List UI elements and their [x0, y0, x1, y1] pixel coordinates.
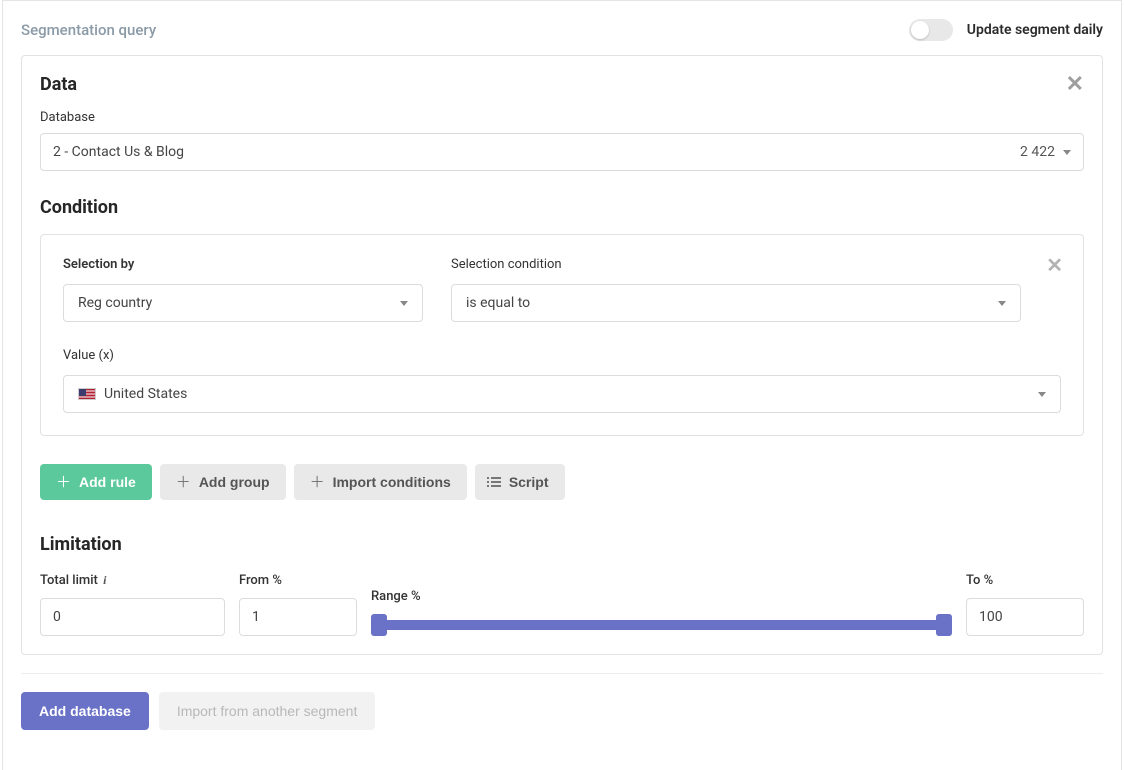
import-from-segment-button[interactable]: Import from another segment: [159, 692, 376, 730]
add-database-button[interactable]: Add database: [21, 692, 149, 730]
import-conditions-label: Import conditions: [333, 474, 451, 490]
plus-icon: ＋: [56, 475, 71, 490]
caret-down-icon: [400, 301, 408, 306]
selection-condition-value: is equal to: [466, 295, 998, 311]
selection-by-label: Selection by: [63, 257, 423, 272]
value-label: Value (x): [63, 348, 1061, 363]
value-value: United States: [104, 386, 1038, 402]
database-value: 2 - Contact Us & Blog: [53, 144, 1020, 160]
import-conditions-button[interactable]: ＋ Import conditions: [294, 464, 467, 500]
database-select[interactable]: 2 - Contact Us & Blog 2 422: [40, 133, 1084, 171]
limitation-title: Limitation: [40, 534, 1084, 555]
range-handle-left[interactable]: [371, 614, 387, 636]
condition-section-title: Condition: [40, 197, 1084, 218]
caret-down-icon: [998, 301, 1006, 306]
to-pct-input[interactable]: [966, 598, 1084, 636]
add-group-button[interactable]: ＋ Add group: [160, 464, 286, 500]
range-slider[interactable]: [371, 620, 952, 630]
add-rule-label: Add rule: [79, 474, 136, 490]
database-label: Database: [40, 110, 1084, 125]
selection-condition-label: Selection condition: [451, 257, 1021, 272]
selection-by-select[interactable]: Reg country: [63, 284, 423, 322]
range-pct-label: Range %: [371, 589, 952, 604]
us-flag-icon: [78, 388, 96, 400]
database-count: 2 422: [1020, 144, 1055, 160]
from-pct-label: From %: [239, 573, 357, 588]
segmentation-query-title: Segmentation query: [21, 21, 909, 39]
data-card: Data ✕ Database 2 - Contact Us & Blog 2 …: [21, 55, 1103, 655]
update-daily-label: Update segment daily: [967, 22, 1103, 38]
total-limit-input[interactable]: [40, 598, 225, 636]
selection-condition-select[interactable]: is equal to: [451, 284, 1021, 322]
condition-box: ✕ Selection by Reg country Selection con…: [40, 234, 1084, 436]
close-data-card-icon[interactable]: ✕: [1066, 74, 1084, 96]
to-pct-label: To %: [966, 573, 1084, 588]
caret-down-icon: [1063, 150, 1071, 155]
script-button[interactable]: Script: [475, 464, 565, 500]
from-pct-input[interactable]: [239, 598, 357, 636]
range-handle-right[interactable]: [936, 614, 952, 636]
plus-icon: ＋: [310, 475, 325, 490]
plus-icon: ＋: [176, 475, 191, 490]
total-limit-label: Total limit i: [40, 573, 225, 588]
add-rule-button[interactable]: ＋ Add rule: [40, 464, 152, 500]
update-daily-toggle[interactable]: [909, 19, 953, 41]
script-label: Script: [509, 474, 549, 490]
add-group-label: Add group: [199, 474, 270, 490]
toggle-knob: [911, 21, 929, 39]
data-section-title: Data: [40, 74, 1066, 95]
selection-by-value: Reg country: [78, 295, 400, 311]
value-select[interactable]: United States: [63, 375, 1061, 413]
info-icon[interactable]: i: [103, 573, 106, 588]
list-icon: [491, 477, 501, 487]
caret-down-icon: [1038, 392, 1046, 397]
close-condition-icon[interactable]: ✕: [1046, 255, 1063, 275]
